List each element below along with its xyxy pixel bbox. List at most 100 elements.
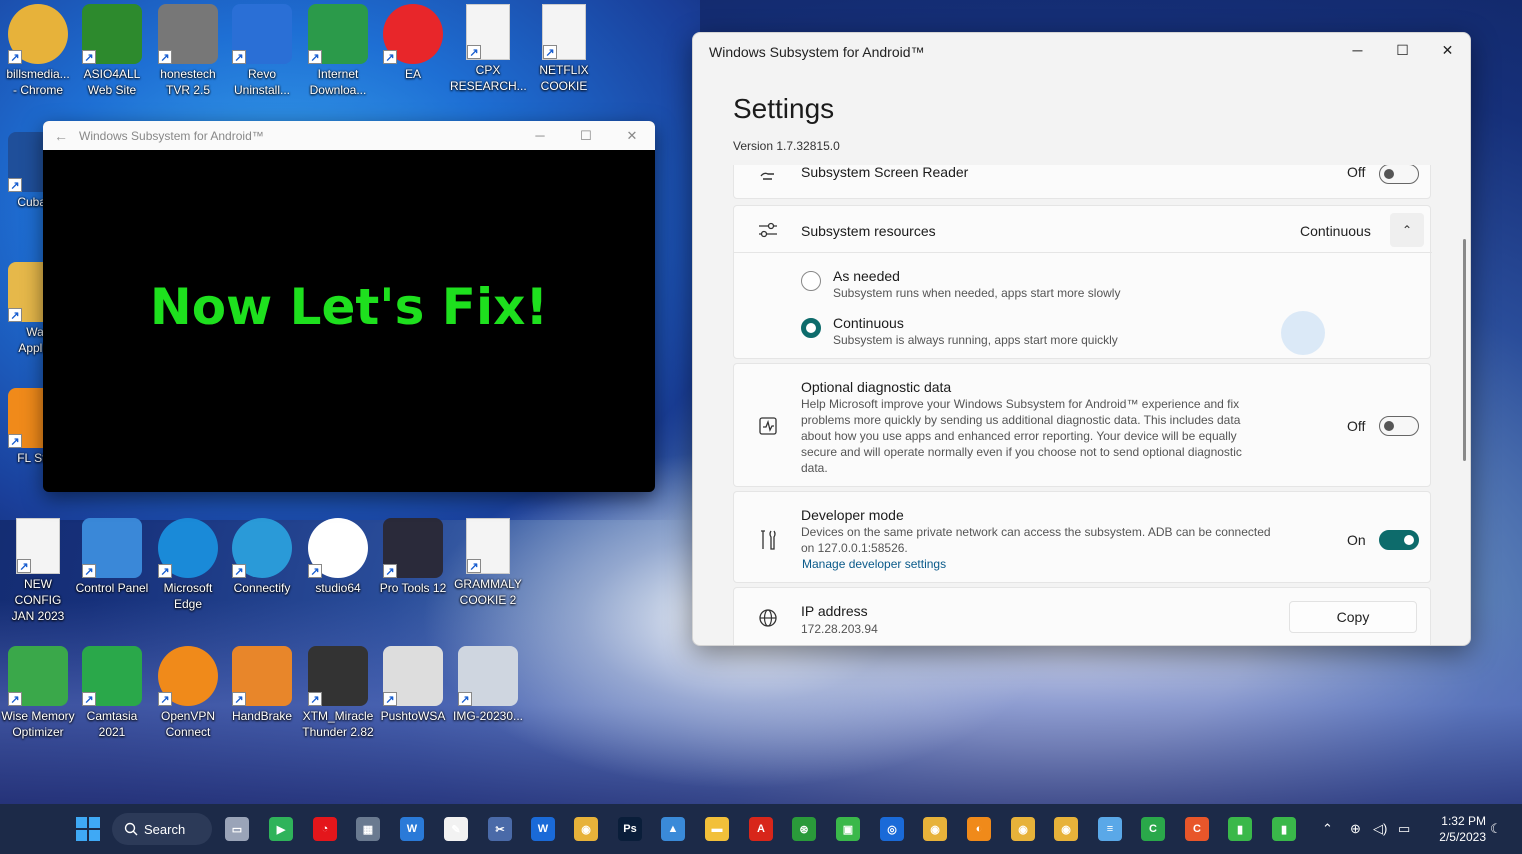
desktop-icon-pushtowsa[interactable]: ↗ PushtoWSA	[375, 646, 451, 724]
desktop-icon-asio4all[interactable]: ↗ ASIO4ALL Web Site	[74, 4, 150, 98]
desktop-icon-label: Uninstall...	[233, 83, 291, 97]
developer-toggle[interactable]	[1379, 530, 1419, 550]
shortcut-arrow-icon: ↗	[467, 45, 481, 59]
desktop-icon-wise-memory[interactable]: ↗ Wise Memory Optimizer	[0, 646, 76, 740]
taskbar-app-openvpn[interactable]: ◐	[967, 817, 991, 841]
taskbar-app-wsa[interactable]: ▮	[1228, 817, 1252, 841]
battery-icon[interactable]: ▭	[1398, 821, 1410, 837]
desktop-icon-honestech[interactable]: ↗ honestech TVR 2.5	[150, 4, 226, 98]
continuous-label: Continuous	[833, 315, 904, 331]
taskbar-app-photoshop[interactable]: Ps	[618, 817, 642, 841]
resources-value: Continuous	[1300, 223, 1371, 239]
shortcut-arrow-icon: ↗	[308, 692, 322, 706]
desktop-icon-new-config[interactable]: ↗ NEW CONFIG JAN 2023	[0, 518, 76, 624]
desktop-icon-revo[interactable]: ↗ Revo Uninstall...	[224, 4, 300, 98]
network-icon[interactable]: ⊕	[1350, 821, 1361, 837]
start-button[interactable]	[76, 817, 100, 841]
taskbar-app-play-store[interactable]: ▶	[269, 817, 293, 841]
copy-button[interactable]: Copy	[1289, 601, 1417, 633]
desktop-icon-label: Camtasia	[86, 709, 138, 723]
taskbar-app-camtasia[interactable]: C	[1141, 817, 1165, 841]
tray-chevron-icon[interactable]: ⌃	[1322, 821, 1333, 837]
desktop-icon-grammaly[interactable]: ↗ GRAMMALY COOKIE 2	[450, 518, 526, 608]
desktop-icon-handbrake[interactable]: ↗ HandBrake	[224, 646, 300, 724]
desktop-icon-camtasia[interactable]: ↗ Camtasia 2021	[74, 646, 150, 740]
desktop-icon-label: Wise Memory	[1, 709, 75, 723]
radio-continuous[interactable]	[801, 318, 821, 338]
sliders-icon	[756, 218, 780, 242]
shortcut-arrow-icon: ↗	[8, 178, 22, 192]
scrollbar[interactable]	[1463, 239, 1466, 461]
taskbar-app-vodafone[interactable]: ◔	[313, 817, 337, 841]
desktop-icon-netflix[interactable]: ↗ NETFLIX COOKIE	[526, 4, 602, 94]
taskbar-app-android[interactable]: ▣	[836, 817, 860, 841]
desktop-icon-label: Thunder 2.82	[302, 725, 374, 739]
diagnostic-toggle[interactable]	[1379, 416, 1419, 436]
taskbar-app-waves[interactable]: W	[531, 817, 555, 841]
desktop-icon-label: - Chrome	[12, 83, 63, 97]
close-button[interactable]: ✕	[609, 128, 655, 144]
overlay-text: Now Let's Fix!	[149, 278, 549, 336]
taskbar-search[interactable]: Search	[112, 813, 212, 845]
resources-header[interactable]: Subsystem resources Continuous ⌃	[734, 206, 1432, 253]
taskbar-app-gamebar[interactable]: ◎	[880, 817, 904, 841]
manage-developer-settings-link[interactable]: Manage developer settings	[802, 557, 946, 571]
taskbar-app-file-explorer[interactable]: ▬	[705, 817, 729, 841]
document-icon: ↗	[466, 4, 510, 60]
taskbar-app-wsa-settings[interactable]: ▮	[1272, 817, 1296, 841]
tools-icon	[756, 528, 780, 552]
taskbar-app-adobe[interactable]: A	[749, 817, 773, 841]
desktop-icon-internet-download[interactable]: ↗ Internet Downloa...	[300, 4, 376, 98]
document-icon: ↗	[466, 518, 510, 574]
desktop-icon-label: OpenVPN	[160, 709, 216, 723]
desktop-icon-label: HandBrake	[231, 709, 293, 723]
volume-icon[interactable]: ◁)	[1373, 821, 1387, 837]
desktop-icon-cpx[interactable]: ↗ CPX RESEARCH...	[450, 4, 527, 94]
version-label: Version 1.7.32815.0	[733, 139, 840, 153]
desktop-icon-edge[interactable]: ↗ Microsoft Edge	[150, 518, 226, 612]
desktop-icon-protools[interactable]: ↗ Pro Tools 12	[375, 518, 451, 596]
chevron-up-icon[interactable]: ⌃	[1390, 213, 1424, 247]
maximize-button[interactable]: ☐	[1380, 42, 1425, 59]
revo-icon: ↗	[232, 4, 292, 64]
desktop-icon-control-panel[interactable]: ↗ Control Panel	[74, 518, 150, 596]
diagnostic-desc: Help Microsoft improve your Windows Subs…	[801, 397, 1242, 475]
shortcut-arrow-icon: ↗	[158, 50, 172, 64]
edge-icon: ↗	[158, 518, 218, 578]
diagnostic-card: Optional diagnostic data Help Microsoft …	[733, 363, 1431, 487]
minimize-button[interactable]: ─	[1335, 42, 1380, 58]
desktop-icon-connectify[interactable]: ↗ Connectify	[224, 518, 300, 596]
taskbar-app-chrome-2[interactable]: ◉	[923, 817, 947, 841]
taskbar-app-notepad[interactable]: ≡	[1098, 817, 1122, 841]
taskbar-app-task-view[interactable]: ▭	[225, 817, 249, 841]
desktop-icon-xtm[interactable]: ↗ XTM_Miracle Thunder 2.82	[300, 646, 376, 740]
taskbar-app-chrome-3[interactable]: ◉	[1011, 817, 1035, 841]
close-button[interactable]: ✕	[1425, 42, 1470, 59]
maximize-button[interactable]: ☐	[563, 128, 609, 144]
notification-icon[interactable]: ☾	[1490, 821, 1502, 837]
continuous-desc: Subsystem is always running, apps start …	[833, 333, 1118, 347]
taskbar-app-paint[interactable]: ✎	[444, 817, 468, 841]
diagnostic-label: Optional diagnostic data	[801, 379, 952, 395]
taskbar-app-photos[interactable]: ▲	[661, 817, 685, 841]
desktop-icon-ea[interactable]: ↗ EA	[375, 4, 451, 82]
desktop-icon-openvpn[interactable]: ↗ OpenVPN Connect	[150, 646, 226, 740]
taskbar-app-chrome-4[interactable]: ◉	[1054, 817, 1078, 841]
taskbar-app-wordpad[interactable]: W	[400, 817, 424, 841]
settings-scroll-area[interactable]: Subsystem Screen Reader Off Subsystem re…	[693, 165, 1470, 645]
gear-icon: ↗	[383, 646, 443, 706]
back-arrow-icon[interactable]: ←	[43, 128, 79, 144]
taskbar-app-chrome[interactable]: ◉	[574, 817, 598, 841]
clock[interactable]: 1:32 PM 2/5/2023	[1424, 813, 1486, 845]
taskbar-app-calculator[interactable]: ▦	[356, 817, 380, 841]
taskbar-app-xbox[interactable]: ⊛	[792, 817, 816, 841]
shortcut-arrow-icon: ↗	[8, 434, 22, 448]
desktop-icon-studio64[interactable]: ↗ studio64	[300, 518, 376, 596]
desktop-icon-billsmedia-chrome[interactable]: ↗ billsmedia... - Chrome	[0, 4, 76, 98]
desktop-icon-img[interactable]: ↗ IMG-20230...	[450, 646, 526, 724]
minimize-button[interactable]: ─	[517, 128, 563, 143]
radio-as-needed[interactable]	[801, 271, 821, 291]
screen-reader-toggle[interactable]	[1379, 165, 1419, 184]
taskbar-app-snip[interactable]: ✂	[488, 817, 512, 841]
taskbar-app-camtasia-recorder[interactable]: C	[1185, 817, 1209, 841]
